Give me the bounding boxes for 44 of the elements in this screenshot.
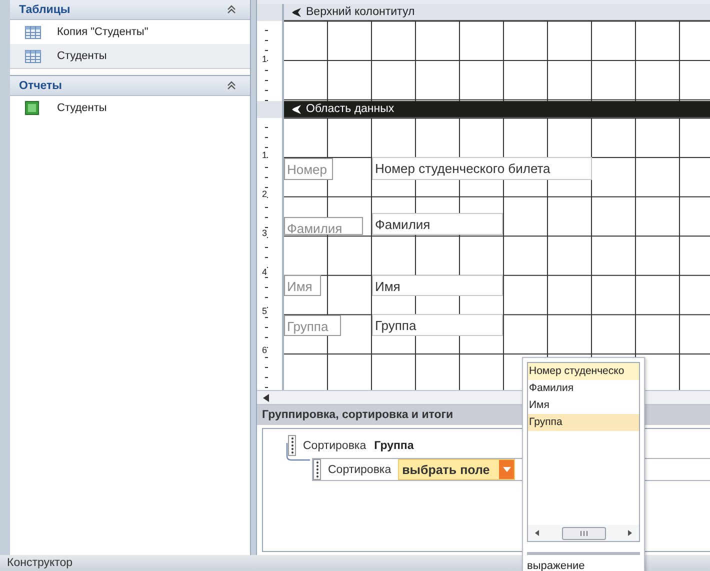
text-box[interactable]: Группа (372, 314, 503, 336)
design-grid[interactable] (284, 21, 710, 101)
drag-handle-icon[interactable] (313, 459, 321, 480)
scroll-right-icon[interactable] (628, 530, 632, 536)
field-option[interactable]: Имя (528, 397, 639, 414)
collapse-icon[interactable] (227, 5, 236, 14)
vertical-ruler: 1 2 3 4 5 6 (257, 118, 284, 390)
nav-item[interactable]: Студенты (10, 96, 250, 120)
collapse-icon[interactable] (227, 81, 236, 90)
vertical-ruler: 1 (257, 21, 284, 101)
sort-label: Сортировка (303, 440, 366, 452)
scroll-thumb[interactable] (562, 526, 606, 540)
panel-title: Группировка, сортировка и итоги (262, 409, 454, 421)
nav-item[interactable]: Копия "Студенты" (10, 20, 250, 44)
report-icon (25, 101, 41, 115)
dropdown-icon[interactable] (499, 460, 514, 479)
ruler-corner (257, 101, 284, 118)
list-scrollbar[interactable] (528, 525, 639, 542)
group-title: Таблицы (19, 4, 70, 16)
text-box[interactable]: Имя (372, 275, 503, 296)
text-box[interactable]: Фамилия (372, 213, 503, 235)
arrow-icon (292, 8, 302, 16)
text-box[interactable]: Номер студенческого билета (372, 157, 592, 180)
expression-option[interactable]: выражение (527, 560, 640, 571)
nav-group-header[interactable]: Отчеты (10, 75, 250, 96)
table-icon (25, 26, 41, 38)
status-text: Конструктор (7, 557, 73, 569)
nav-group-header[interactable]: Таблицы (10, 0, 250, 20)
sort-label: Сортировка (328, 464, 392, 476)
grip-icon (580, 530, 588, 536)
group-title: Отчеты (19, 80, 62, 92)
section-bar[interactable]: Область данных (284, 101, 710, 118)
field-option[interactable]: Группа (528, 414, 639, 431)
arrow-icon (292, 104, 302, 114)
scroll-left-icon[interactable] (535, 530, 539, 536)
sort-level[interactable]: Сортировка Группа (288, 435, 710, 456)
sort-field: Группа (374, 440, 414, 452)
field-select[interactable]: выбрать поле (398, 459, 516, 480)
section-bar[interactable]: Верхний колонтитул (284, 4, 710, 21)
table-icon (25, 50, 41, 62)
drag-handle-icon[interactable] (288, 435, 296, 456)
scroll-left-icon[interactable] (263, 394, 269, 402)
nav-item[interactable]: Студенты (10, 44, 250, 69)
field-option[interactable]: Номер студенческо (528, 363, 639, 380)
